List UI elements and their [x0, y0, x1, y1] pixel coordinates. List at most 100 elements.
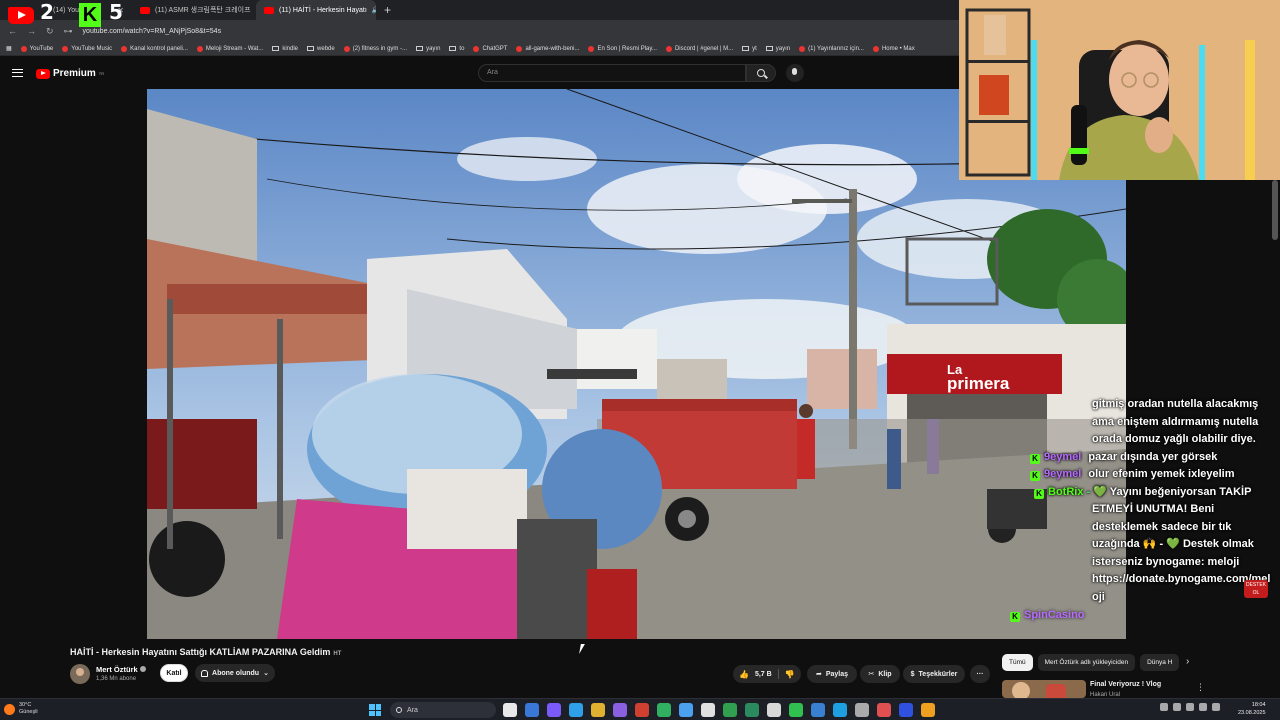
taskbar-app-icon[interactable] — [811, 703, 825, 717]
taskbar-app-icon[interactable] — [613, 703, 627, 717]
taskbar-app-icon[interactable] — [745, 703, 759, 717]
bookmark-item[interactable]: yt — [742, 46, 757, 52]
taskbar-app-icon[interactable] — [899, 703, 913, 717]
taskbar-app-icon[interactable] — [767, 703, 781, 717]
verified-icon — [139, 666, 146, 672]
bookmark-item[interactable]: yayın — [416, 46, 440, 52]
chip-all[interactable]: Tümü — [1002, 654, 1033, 671]
bookmark-item[interactable]: to — [449, 46, 464, 52]
bookmark-favicon-icon — [665, 45, 672, 52]
chip-world[interactable]: Dünya H — [1140, 654, 1180, 671]
more-actions-button[interactable]: ··· — [970, 665, 990, 683]
chat-line: orada domuz yağlı olabilir diye. — [1092, 433, 1256, 445]
browser-tab-active[interactable]: (11) HAİTİ - Herkesin Hayatı 🔊 ✕ — [256, 0, 376, 20]
browser-tab[interactable]: (11) ASMR 생크림폭탄 크레이프 ✕ — [132, 0, 256, 20]
taskbar-app-icon[interactable] — [833, 703, 847, 717]
taskbar-app-icon[interactable] — [679, 703, 693, 717]
taskbar-app-icon[interactable] — [657, 703, 671, 717]
bookmark-item[interactable]: yayın — [765, 45, 791, 52]
bookmark-item[interactable]: Kanal kontrol paneli... — [121, 45, 188, 52]
bookmark-item[interactable]: (2) fitness in gym -... — [343, 45, 407, 52]
sun-icon — [4, 703, 15, 715]
bookmark-item[interactable]: Home • Max — [872, 45, 915, 52]
bookmark-item[interactable]: Discord | #genel | M... — [665, 45, 733, 52]
back-icon[interactable]: ← — [8, 26, 17, 36]
volume-icon[interactable] — [1199, 703, 1207, 711]
video-title-text: HAİTİ - Herkesin Hayatını Sattığı KATLİA… — [70, 647, 331, 657]
clock-date: 23.08.2025 — [1238, 709, 1266, 716]
search-button[interactable] — [746, 64, 776, 82]
bookmark-item[interactable]: Meloji Stream - Wat... — [196, 45, 263, 52]
recommended-video-thumbnail[interactable] — [1002, 680, 1086, 698]
bookmark-item[interactable]: ChatGPT — [473, 45, 507, 52]
taskbar-app-icon[interactable] — [547, 703, 561, 717]
chat-username: BotRix — [1048, 485, 1084, 498]
bookmark-item[interactable]: YouTube Music — [62, 45, 112, 52]
system-clock[interactable]: 18:04 23.08.2025 — [1238, 702, 1266, 717]
page-scrollbar[interactable] — [1272, 180, 1278, 240]
bookmark-favicon-icon — [121, 45, 128, 52]
bookmark-label: yayın — [775, 45, 791, 52]
chat-line: desteklemek sadece bir tık — [1092, 520, 1232, 533]
menu-hamburger-icon[interactable] — [12, 69, 23, 77]
chat-line: uzağında 🙌 - 💚 Destek olmak — [1092, 538, 1254, 550]
taskbar-app-icon[interactable] — [789, 703, 803, 717]
youtube-premium-logo[interactable]: Premium TR — [36, 68, 104, 79]
thumbs-up-icon[interactable]: 👍 — [739, 670, 749, 679]
channel-name[interactable]: Mert Öztürk — [96, 665, 146, 674]
like-dislike-group[interactable]: 👍 5,7 B 👎 — [733, 665, 801, 683]
subscribed-button[interactable]: Abone olundu ⌄ — [195, 664, 275, 682]
search-input[interactable]: Ara — [478, 64, 746, 82]
forward-icon[interactable]: → — [27, 26, 36, 36]
bookmark-favicon-icon — [343, 45, 350, 52]
bookmark-item[interactable]: YouTube — [20, 45, 53, 52]
bookmark-item[interactable]: En Son | Resmi Play... — [588, 45, 657, 52]
clip-button[interactable]: ✂ Klip — [860, 665, 900, 683]
taskbar-app-icon[interactable] — [921, 703, 935, 717]
tray-chevron-icon[interactable] — [1160, 703, 1168, 711]
webcam-image — [959, 0, 1280, 180]
taskbar-app-icon[interactable] — [503, 703, 517, 717]
taskbar-app-icon[interactable] — [855, 703, 869, 717]
windows-start-icon[interactable] — [369, 704, 381, 716]
new-tab-button[interactable]: + — [376, 3, 399, 17]
taskbar-app-icon[interactable] — [635, 703, 649, 717]
taskbar-app-icon[interactable] — [723, 703, 737, 717]
thanks-button[interactable]: $ Teşekkürler — [903, 665, 965, 683]
taskbar-app-icon[interactable] — [569, 703, 583, 717]
site-info-icon[interactable]: ⊶ — [64, 26, 73, 37]
bookmark-item[interactable]: all-game-with-beni... — [516, 45, 579, 52]
join-button[interactable]: Katıl — [160, 664, 188, 682]
kebab-menu-icon[interactable]: ⋮ — [1196, 682, 1205, 693]
bookmark-item[interactable]: (1) Yayınlarınız için... — [799, 45, 864, 52]
channel-avatar[interactable] — [70, 664, 90, 684]
bookmark-item[interactable]: webde — [307, 46, 335, 52]
windows-taskbar: 30°C Güneşli Ara 18:04 23.08.2025 — [0, 698, 1280, 720]
reload-icon[interactable]: ↻ — [46, 26, 54, 37]
tray-language-icon[interactable] — [1173, 703, 1181, 711]
chat-line: ama eniştem aldırmamış nutella — [1092, 415, 1259, 428]
voice-search-mic-icon[interactable] — [786, 64, 804, 82]
folder-icon — [416, 46, 424, 51]
taskbar-app-icon[interactable] — [525, 703, 539, 717]
weather-widget[interactable]: 30°C Güneşli — [4, 702, 38, 716]
wifi-icon[interactable] — [1186, 703, 1194, 711]
taskbar-app-icon[interactable] — [591, 703, 605, 717]
bookmark-item[interactable]: kindle — [272, 46, 298, 52]
taskbar-search[interactable]: Ara — [390, 702, 496, 718]
recommended-video-title[interactable]: Final Veriyoruz ! Vlog — [1090, 681, 1161, 688]
bookmarks-bar: ▦ YouTube YouTube Music Kanal kontrol pane… — [0, 42, 960, 56]
url-field[interactable]: youtube.com/watch?v=RM_ANjPjSo8&t=54s — [83, 28, 222, 35]
battery-icon[interactable] — [1212, 703, 1220, 711]
share-button[interactable]: ➦ Paylaş — [807, 665, 857, 683]
thumbs-down-icon[interactable]: 👎 — [785, 670, 795, 679]
chip-from-uploader[interactable]: Mert Öztürk adlı yükleyiciden — [1037, 654, 1136, 671]
weather-temp: 30°C — [19, 702, 32, 708]
video-title-tag: HT — [333, 651, 342, 657]
chevron-right-icon[interactable]: › — [1186, 656, 1189, 667]
chat-username: SpinCasino — [1024, 609, 1085, 621]
taskbar-search-label: Ara — [407, 706, 418, 714]
apps-grid-icon[interactable]: ▦ — [6, 45, 12, 52]
taskbar-app-icon[interactable] — [701, 703, 715, 717]
taskbar-app-icon[interactable] — [877, 703, 891, 717]
